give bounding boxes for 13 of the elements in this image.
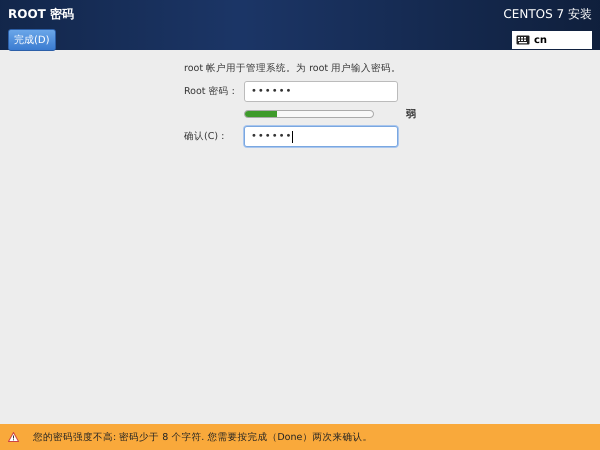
strength-reading: 弱 xyxy=(406,108,416,121)
page-title: ROOT 密码 xyxy=(8,6,74,23)
field-label: 确认(C)： xyxy=(184,130,230,143)
password-field[interactable]: •••••• xyxy=(244,126,398,147)
keyboard-layout-label: cn xyxy=(534,34,548,46)
password-field[interactable]: •••••• xyxy=(244,81,398,102)
keyboard-layout-indicator[interactable]: cn xyxy=(512,31,592,49)
field-label: Root 密码： xyxy=(184,85,240,98)
warning-icon xyxy=(8,432,19,442)
warning-message: 您的密码强度不高: 密码少于 8 个字符. 您需要按完成（Done）两次来确认。 xyxy=(33,430,372,444)
intro-text: root 帐户用于管理系统。为 root 用户输入密码。 xyxy=(184,62,402,75)
product-title: CENTOS 7 安装 xyxy=(503,6,592,23)
keyboard-icon xyxy=(516,35,530,45)
